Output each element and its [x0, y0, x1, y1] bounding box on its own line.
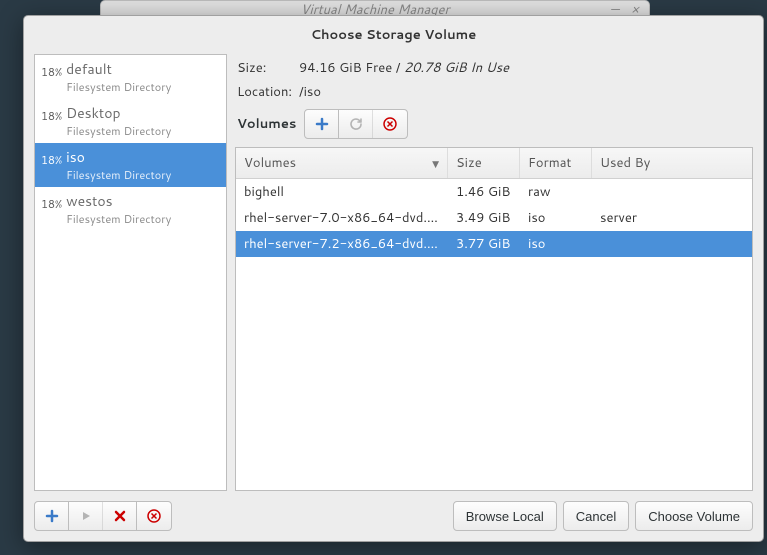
cell-format: iso [520, 209, 592, 227]
pool-toolbar [34, 501, 172, 531]
pool-list: 18%defaultFilesystem Directory18%Desktop… [34, 54, 227, 491]
pool-type: Filesystem Directory [66, 79, 171, 95]
cell-format: iso [520, 235, 592, 253]
pool-type: Filesystem Directory [66, 167, 171, 183]
pool-name: Desktop [66, 103, 171, 123]
stop-pool-button[interactable] [103, 502, 137, 530]
pool-usage-percent: 18% [41, 59, 62, 80]
cell-volume: rhel-server-7.0-x86_64-dvd.iso [236, 209, 448, 227]
col-header-usedby[interactable]: Used By [592, 148, 752, 178]
location-label: Location: [237, 83, 299, 101]
browse-local-button[interactable]: Browse Local [453, 501, 557, 531]
choose-volume-button[interactable]: Choose Volume [635, 501, 753, 531]
sort-indicator-icon: ▼ [432, 157, 439, 170]
table-header: Volumes ▼ Size Format Used By [236, 148, 752, 179]
table-row[interactable]: rhel-server-7.0-x86_64-dvd.iso3.49 GiBis… [236, 205, 752, 231]
table-body: bighell1.46 GiBrawrhel-server-7.0-x86_64… [236, 179, 752, 490]
size-free: 94.16 GiB Free [299, 59, 392, 77]
size-label: Size: [237, 59, 299, 77]
cell-format: raw [520, 183, 592, 201]
main-panel: Size: 94.16 GiB Free / 20.78 GiB In Use … [235, 54, 753, 491]
start-pool-button[interactable] [69, 502, 103, 530]
table-row[interactable]: bighell1.46 GiBraw [236, 179, 752, 205]
volumes-toolbar [304, 109, 408, 139]
delete-pool-button[interactable] [137, 502, 171, 530]
dialog-footer: Browse Local Cancel Choose Volume [24, 491, 763, 541]
pool-type: Filesystem Directory [66, 211, 171, 227]
pool-usage-percent: 18% [41, 191, 62, 212]
pool-usage-percent: 18% [41, 147, 62, 168]
pool-item[interactable]: 18%isoFilesystem Directory [35, 143, 226, 187]
cell-size: 3.77 GiB [448, 235, 520, 253]
dialog-title: Choose Storage Volume [24, 16, 763, 54]
size-value: 94.16 GiB Free / 20.78 GiB In Use [299, 59, 751, 77]
pool-name: iso [66, 147, 171, 167]
delete-circle-icon [147, 509, 161, 523]
add-pool-button[interactable] [35, 502, 69, 530]
pool-properties: Size: 94.16 GiB Free / 20.78 GiB In Use … [235, 54, 753, 101]
pool-usage-percent: 18% [41, 103, 62, 124]
col-header-volumes[interactable]: Volumes ▼ [236, 148, 448, 178]
volumes-toolbar-row: Volumes [235, 107, 753, 141]
volumes-table: Volumes ▼ Size Format Used By bighell1.4… [235, 147, 753, 491]
cell-size: 3.49 GiB [448, 209, 520, 227]
size-inuse: 20.78 GiB In Use [404, 59, 509, 77]
volumes-label: Volumes [237, 115, 296, 133]
cell-volume: rhel-server-7.2-x86_64-dvd.iso [236, 235, 448, 253]
location-value: /iso [299, 83, 751, 101]
refresh-volumes-button[interactable] [339, 110, 373, 138]
cell-size: 1.46 GiB [448, 183, 520, 201]
cancel-button[interactable]: Cancel [563, 501, 629, 531]
x-icon [113, 509, 127, 523]
col-header-size[interactable]: Size [448, 148, 520, 178]
pool-type: Filesystem Directory [66, 123, 171, 139]
play-icon [80, 510, 92, 522]
pool-item[interactable]: 18%westosFilesystem Directory [35, 187, 226, 231]
refresh-icon [349, 117, 363, 131]
storage-volume-dialog: Choose Storage Volume 18%defaultFilesyst… [23, 15, 764, 542]
plus-icon [315, 117, 329, 131]
col-header-format[interactable]: Format [520, 148, 592, 178]
table-row[interactable]: rhel-server-7.2-x86_64-dvd.iso3.77 GiBis… [236, 231, 752, 257]
cell-usedby: server [592, 209, 752, 227]
pool-item[interactable]: 18%DesktopFilesystem Directory [35, 99, 226, 143]
pool-name: default [66, 59, 171, 79]
pool-name: westos [66, 191, 171, 211]
pool-item[interactable]: 18%defaultFilesystem Directory [35, 55, 226, 99]
delete-volume-button[interactable] [373, 110, 407, 138]
add-volume-button[interactable] [305, 110, 339, 138]
cell-volume: bighell [236, 183, 448, 201]
delete-circle-icon [383, 117, 397, 131]
plus-icon [45, 509, 59, 523]
